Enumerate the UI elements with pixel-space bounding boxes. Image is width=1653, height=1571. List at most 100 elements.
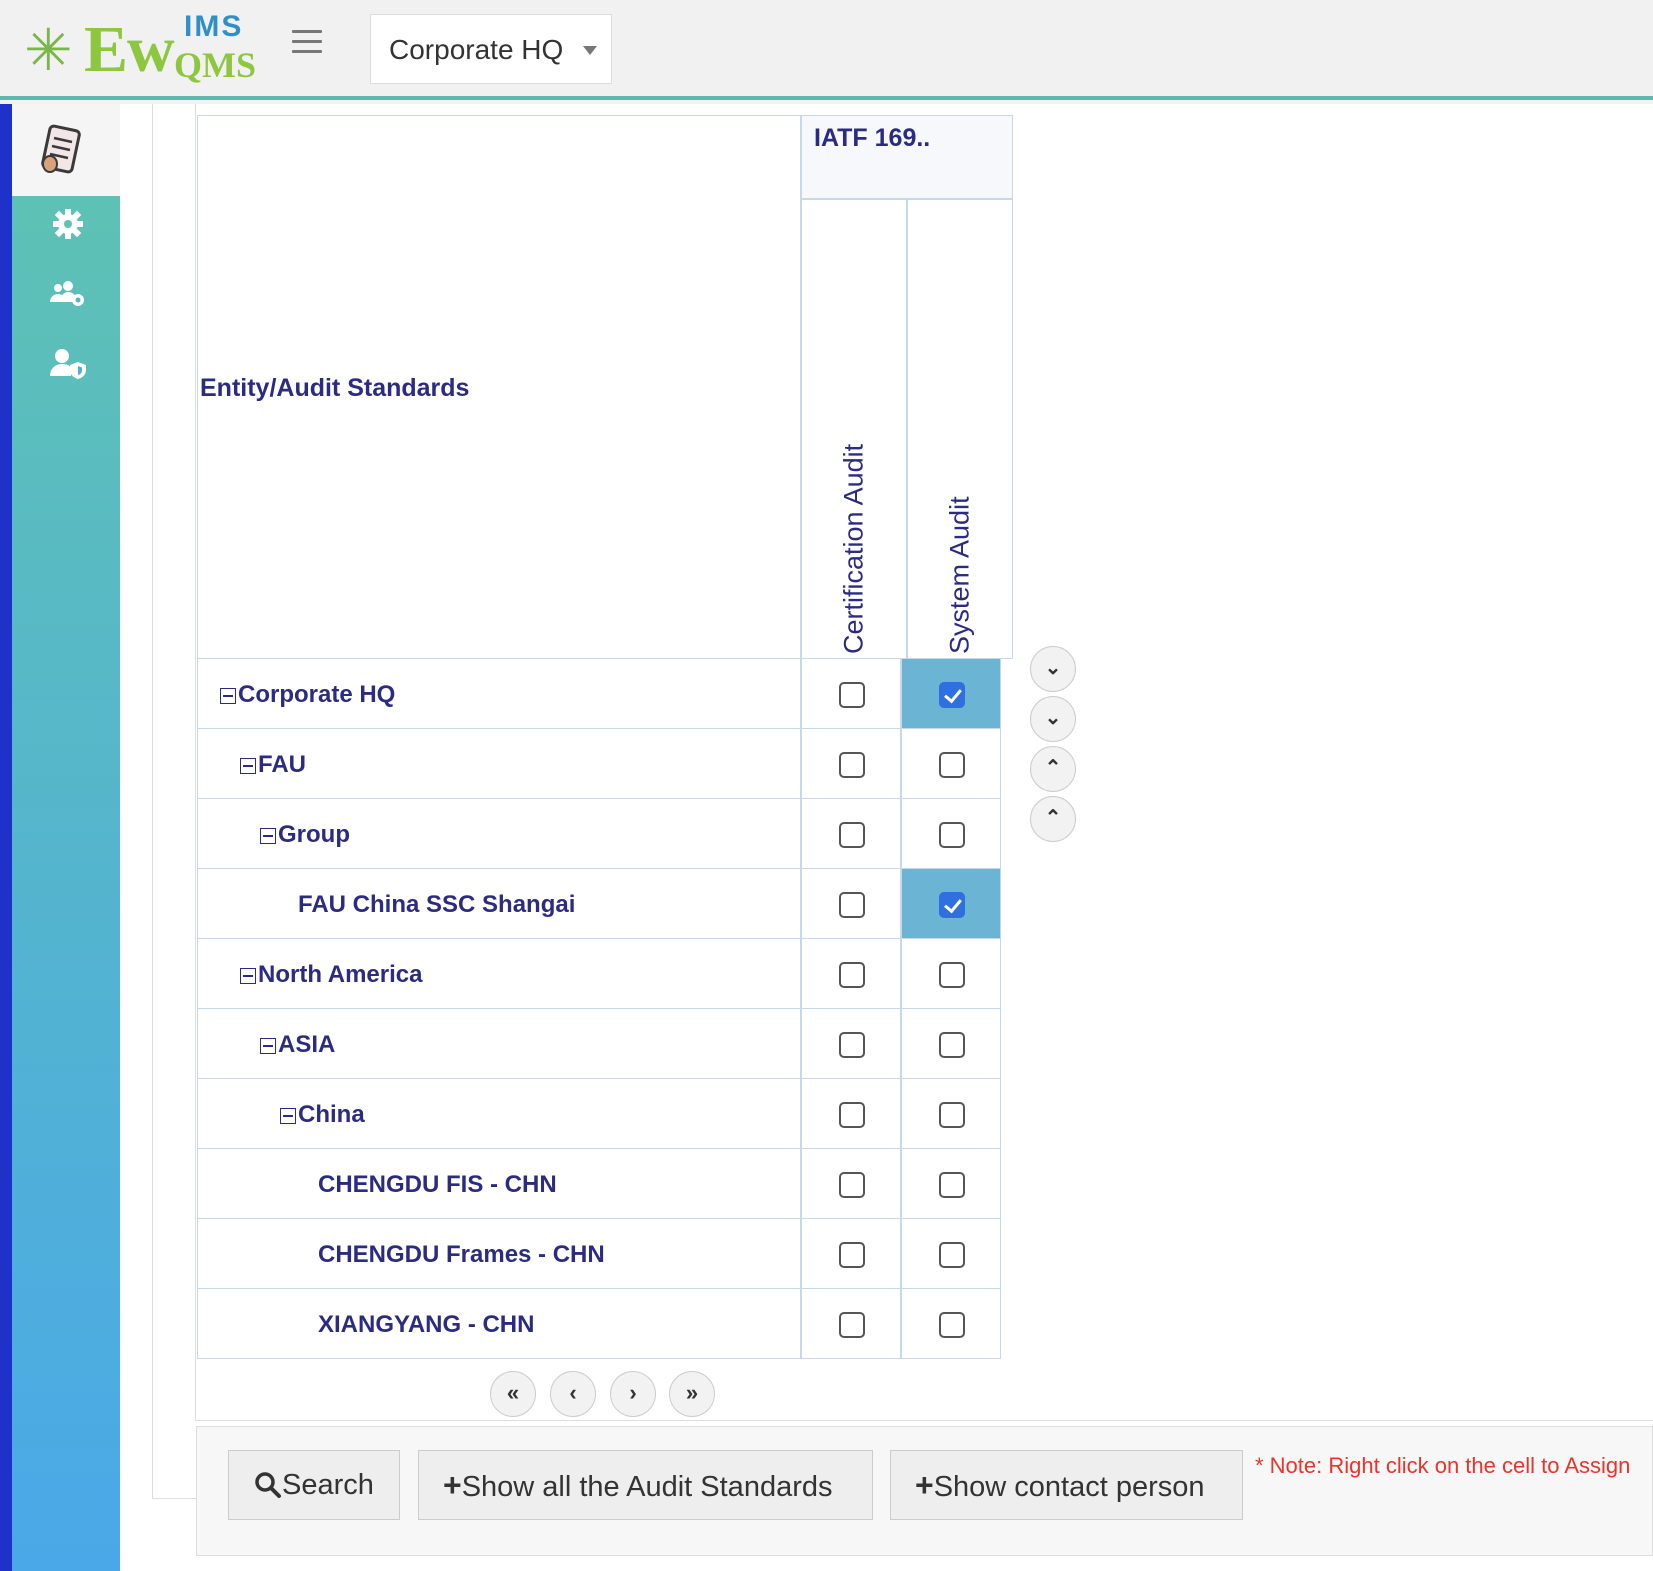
- sidebar-item-user-security[interactable]: [48, 344, 88, 384]
- entity-name: CHENGDU Frames - CHN: [318, 1241, 605, 1269]
- system-audit-cell[interactable]: [901, 939, 1001, 1009]
- entity-name-text: CHENGDU FIS - CHN: [318, 1171, 557, 1198]
- gear-icon: [53, 209, 83, 239]
- sidebar: [0, 104, 120, 1571]
- system-audit-cell[interactable]: [901, 1149, 1001, 1219]
- page-prev-button[interactable]: ‹: [550, 1371, 596, 1417]
- collapse-icon[interactable]: [220, 688, 236, 704]
- audit-type-header-certification[interactable]: Certification Audit: [801, 199, 907, 659]
- system-audit-checkbox[interactable]: [939, 892, 965, 918]
- certification-audit-cell[interactable]: [801, 939, 901, 1009]
- entity-name: CHENGDU FIS - CHN: [318, 1171, 557, 1199]
- certification-audit-cell[interactable]: [801, 799, 901, 869]
- certification-audit-checkbox[interactable]: [839, 822, 865, 848]
- sidebar-item-documents[interactable]: [12, 104, 120, 196]
- certification-audit-checkbox[interactable]: [839, 1172, 865, 1198]
- system-audit-checkbox[interactable]: [939, 822, 965, 848]
- scroll-down-button[interactable]: ⌄: [1030, 696, 1076, 742]
- certification-audit-checkbox[interactable]: [839, 892, 865, 918]
- certification-audit-checkbox[interactable]: [839, 962, 865, 988]
- standard-header[interactable]: IATF 169..: [801, 115, 1013, 199]
- system-audit-cell[interactable]: [901, 1289, 1001, 1359]
- system-audit-checkbox[interactable]: [939, 1102, 965, 1128]
- certification-audit-checkbox[interactable]: [839, 682, 865, 708]
- assign-note: * Note: Right click on the cell to Assig…: [1255, 1453, 1631, 1478]
- show-all-standards-label: Show all the Audit Standards: [461, 1471, 833, 1503]
- certification-audit-checkbox[interactable]: [839, 1242, 865, 1268]
- table-row[interactable]: FAU China SSC Shangai: [197, 869, 801, 939]
- logo-qms-text: QMS: [174, 45, 257, 85]
- certification-audit-checkbox[interactable]: [839, 752, 865, 778]
- audit-type-header-system[interactable]: System Audit: [907, 199, 1013, 659]
- table-row[interactable]: XIANGYANG - CHN: [197, 1289, 801, 1359]
- certification-audit-checkbox[interactable]: [839, 1102, 865, 1128]
- table-row[interactable]: ASIA: [197, 1009, 801, 1079]
- certification-audit-cell[interactable]: [801, 869, 901, 939]
- scroll-top-button[interactable]: ⌃: [1030, 796, 1076, 842]
- search-button[interactable]: Search: [228, 1450, 400, 1520]
- table-row[interactable]: China: [197, 1079, 801, 1149]
- page-next-button[interactable]: ›: [610, 1371, 656, 1417]
- logo-ims-text: IMS: [184, 10, 244, 43]
- entity-name-text: ASIA: [278, 1031, 336, 1058]
- certification-audit-cell[interactable]: [801, 1219, 901, 1289]
- entity-name-text: Group: [278, 821, 350, 848]
- page-first-button[interactable]: «: [490, 1371, 536, 1417]
- collapse-icon[interactable]: [260, 1038, 276, 1054]
- entity-name-text: XIANGYANG - CHN: [318, 1311, 535, 1338]
- entity-name: XIANGYANG - CHN: [318, 1311, 534, 1339]
- system-audit-cell[interactable]: [901, 1219, 1001, 1289]
- table-row[interactable]: Corporate HQ: [197, 659, 801, 729]
- logo-ew-text: Ew: [84, 13, 175, 86]
- system-audit-cell[interactable]: [901, 869, 1001, 939]
- top-bar: ✳ Ew IMS QMS Corporate HQ: [0, 0, 1653, 100]
- certification-audit-checkbox[interactable]: [839, 1032, 865, 1058]
- show-all-standards-button[interactable]: +Show all the Audit Standards: [418, 1450, 873, 1520]
- table-row[interactable]: CHENGDU Frames - CHN: [197, 1219, 801, 1289]
- certification-audit-cell[interactable]: [801, 1079, 901, 1149]
- table-row[interactable]: Group: [197, 799, 801, 869]
- certification-audit-checkbox[interactable]: [839, 1312, 865, 1338]
- system-audit-cell[interactable]: [901, 799, 1001, 869]
- entity-select[interactable]: Corporate HQ: [370, 14, 612, 84]
- certification-audit-cell[interactable]: [801, 729, 901, 799]
- menu-toggle-icon[interactable]: [292, 30, 322, 58]
- system-audit-checkbox[interactable]: [939, 1032, 965, 1058]
- system-audit-cell[interactable]: [901, 1079, 1001, 1149]
- table-row[interactable]: CHENGDU FIS - CHN: [197, 1149, 801, 1219]
- entity-name-text: China: [298, 1101, 365, 1128]
- show-contact-person-button[interactable]: +Show contact person: [890, 1450, 1243, 1520]
- system-audit-cell[interactable]: [901, 729, 1001, 799]
- table-row[interactable]: North America: [197, 939, 801, 1009]
- search-icon: [255, 1472, 281, 1498]
- system-audit-checkbox[interactable]: [939, 1172, 965, 1198]
- system-audit-checkbox[interactable]: [939, 962, 965, 988]
- collapse-icon[interactable]: [260, 828, 276, 844]
- scroll-up-button[interactable]: ⌃: [1030, 746, 1076, 792]
- entity-name: FAU China SSC Shangai: [298, 891, 575, 919]
- collapse-icon[interactable]: [280, 1108, 296, 1124]
- system-audit-checkbox[interactable]: [939, 752, 965, 778]
- system-audit-checkbox[interactable]: [939, 1242, 965, 1268]
- system-audit-checkbox[interactable]: [939, 1312, 965, 1338]
- certification-audit-cell[interactable]: [801, 659, 901, 729]
- scroll-bottom-button[interactable]: ⌄: [1030, 646, 1076, 692]
- table-row[interactable]: FAU: [197, 729, 801, 799]
- collapse-icon[interactable]: [240, 758, 256, 774]
- entity-name: China: [280, 1101, 365, 1129]
- users-gear-icon: [50, 281, 84, 306]
- collapse-icon[interactable]: [240, 968, 256, 984]
- system-audit-cell[interactable]: [901, 1009, 1001, 1079]
- search-button-label: Search: [282, 1469, 374, 1501]
- page-last-button[interactable]: »: [669, 1371, 715, 1417]
- sidebar-item-user-settings[interactable]: [48, 274, 88, 314]
- certification-audit-cell[interactable]: [801, 1149, 901, 1219]
- certification-audit-cell[interactable]: [801, 1009, 901, 1079]
- entity-header-label: Entity/Audit Standards: [200, 374, 470, 402]
- panel-border: [152, 104, 153, 1499]
- app-logo[interactable]: ✳ Ew IMS QMS: [24, 8, 264, 88]
- certification-audit-cell[interactable]: [801, 1289, 901, 1359]
- system-audit-cell[interactable]: [901, 659, 1001, 729]
- system-audit-checkbox[interactable]: [939, 682, 965, 708]
- sidebar-item-settings[interactable]: [48, 204, 88, 244]
